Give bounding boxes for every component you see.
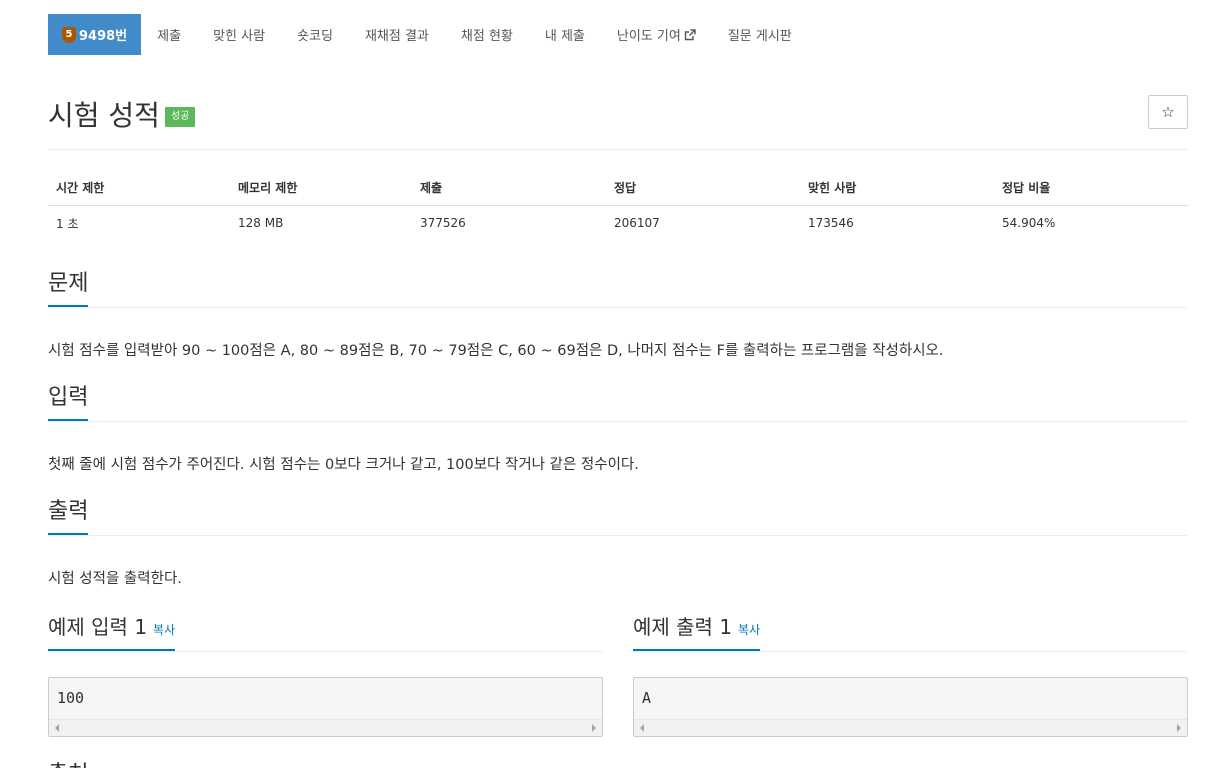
output-section: 출력 시험 성적을 출력한다.	[48, 499, 1188, 588]
problem-title-row: 시험 성적 성공 ☆	[48, 92, 1188, 138]
tab-problem-label: 9498번	[79, 29, 128, 44]
problem-heading: 문제	[48, 271, 89, 307]
star-icon: ☆	[1161, 103, 1175, 121]
input-description: 첫째 줄에 시험 점수가 주어진다. 시험 점수는 0보다 크거나 같고, 10…	[48, 457, 639, 473]
tab-problem[interactable]: 5 9498번	[48, 14, 142, 55]
problem-headline: 문제	[48, 271, 1188, 308]
sample-output-data: A	[642, 689, 652, 707]
header-submissions: 제출	[412, 168, 606, 206]
accept-ratio-value: 54.904%	[1002, 216, 1056, 231]
tier-badge-icon: 5	[62, 26, 76, 43]
header-time-limit: 시간 제한	[48, 168, 230, 206]
page-title: 시험 성적	[48, 99, 160, 132]
sample-output-title: 예제 출력 1	[633, 615, 733, 639]
header-accept-ratio: 정답 비율	[994, 168, 1188, 206]
sample-output-box[interactable]: A	[633, 677, 1188, 737]
input-section: 입력 첫째 줄에 시험 점수가 주어진다. 시험 점수는 0보다 크거나 같고,…	[48, 385, 1188, 474]
status-badge: 성공	[165, 107, 196, 127]
external-link-icon	[684, 28, 696, 40]
sample-input-title: 예제 입력 1	[48, 615, 148, 639]
header-memory-limit: 메모리 제한	[230, 168, 412, 206]
source-heading: 출처	[48, 756, 88, 768]
tab-solved-users-label: 맞힌 사람	[213, 29, 266, 44]
copy-sample-output-button[interactable]: 복사	[738, 623, 760, 637]
tab-solved-users[interactable]: 맞힌 사람	[197, 14, 281, 55]
star-button[interactable]: ☆	[1148, 95, 1188, 129]
table-header-row: 시간 제한 메모리 제한 제출 정답 맞힌 사람 정답 비율	[48, 168, 1188, 206]
scroll-right-icon[interactable]	[592, 724, 596, 732]
output-description: 시험 성적을 출력한다.	[48, 571, 182, 587]
sample-input-section: 예제 입력 1 복사 100	[48, 612, 603, 737]
tab-short-coding[interactable]: 숏코딩	[281, 14, 349, 55]
tab-question-board-label: 질문 게시판	[727, 29, 792, 44]
tab-judge-status-label: 채점 현황	[460, 29, 513, 44]
tab-question-board[interactable]: 질문 게시판	[712, 14, 808, 55]
scroll-right-icon[interactable]	[1177, 724, 1181, 732]
solved-users-value: 173546	[808, 216, 854, 231]
memory-limit-value: 128 MB	[238, 216, 284, 231]
input-heading: 입력	[48, 385, 89, 421]
problem-section: 문제 시험 점수를 입력받아 90 ~ 100점은 A, 80 ~ 89점은 B…	[48, 271, 1188, 360]
input-headline: 입력	[48, 385, 1188, 422]
header-accepted: 정답	[606, 168, 800, 206]
problem-info-table: 시간 제한 메모리 제한 제출 정답 맞힌 사람 정답 비율 1 초 128 M…	[48, 168, 1188, 241]
header-solved-users: 맞힌 사람	[800, 168, 994, 206]
sample-output-headline: 예제 출력 1 복사	[633, 612, 1188, 652]
time-limit-value: 1 초	[56, 216, 79, 231]
table-row: 1 초 128 MB 377526 206107 173546 54.904%	[48, 205, 1188, 241]
submissions-value: 377526	[420, 216, 466, 231]
horizontal-scrollbar[interactable]	[634, 719, 1187, 736]
tab-submit-label: 제출	[157, 29, 182, 44]
problem-description: 시험 점수를 입력받아 90 ~ 100점은 A, 80 ~ 89점은 B, 7…	[48, 343, 944, 359]
accepted-value: 206107	[614, 216, 660, 231]
tab-judge-status[interactable]: 채점 현황	[445, 14, 529, 55]
tab-difficulty-contribution-label: 난이도 기여	[616, 29, 681, 44]
scroll-left-icon[interactable]	[640, 724, 644, 732]
sample-input-box[interactable]: 100	[48, 677, 603, 737]
tab-short-coding-label: 숏코딩	[297, 29, 333, 44]
sample-output-section: 예제 출력 1 복사 A	[633, 612, 1188, 737]
title-divider	[48, 149, 1188, 150]
sample-input-headline: 예제 입력 1 복사	[48, 612, 603, 652]
output-heading: 출력	[48, 499, 89, 535]
copy-sample-input-button[interactable]: 복사	[153, 623, 175, 637]
tab-submit[interactable]: 제출	[141, 14, 197, 55]
tab-rejudge-results-label: 재채점 결과	[364, 29, 429, 44]
output-headline: 출력	[48, 499, 1188, 536]
problem-menu: 5 9498번 제출 맞힌 사람 숏코딩 재채점 결과 채점 현황 내 제출 난…	[48, 14, 808, 55]
horizontal-scrollbar[interactable]	[49, 719, 602, 736]
scroll-left-icon[interactable]	[55, 724, 59, 732]
tab-my-submissions[interactable]: 내 제출	[529, 14, 601, 55]
sample-input-data: 100	[57, 689, 85, 707]
tab-difficulty-contribution[interactable]: 난이도 기여	[601, 14, 712, 55]
tab-rejudge-results[interactable]: 재채점 결과	[349, 14, 445, 55]
tab-my-submissions-label: 내 제출	[544, 29, 585, 44]
sample-output-heading: 예제 출력 1 복사	[633, 614, 761, 651]
sample-input-heading: 예제 입력 1 복사	[48, 614, 176, 651]
